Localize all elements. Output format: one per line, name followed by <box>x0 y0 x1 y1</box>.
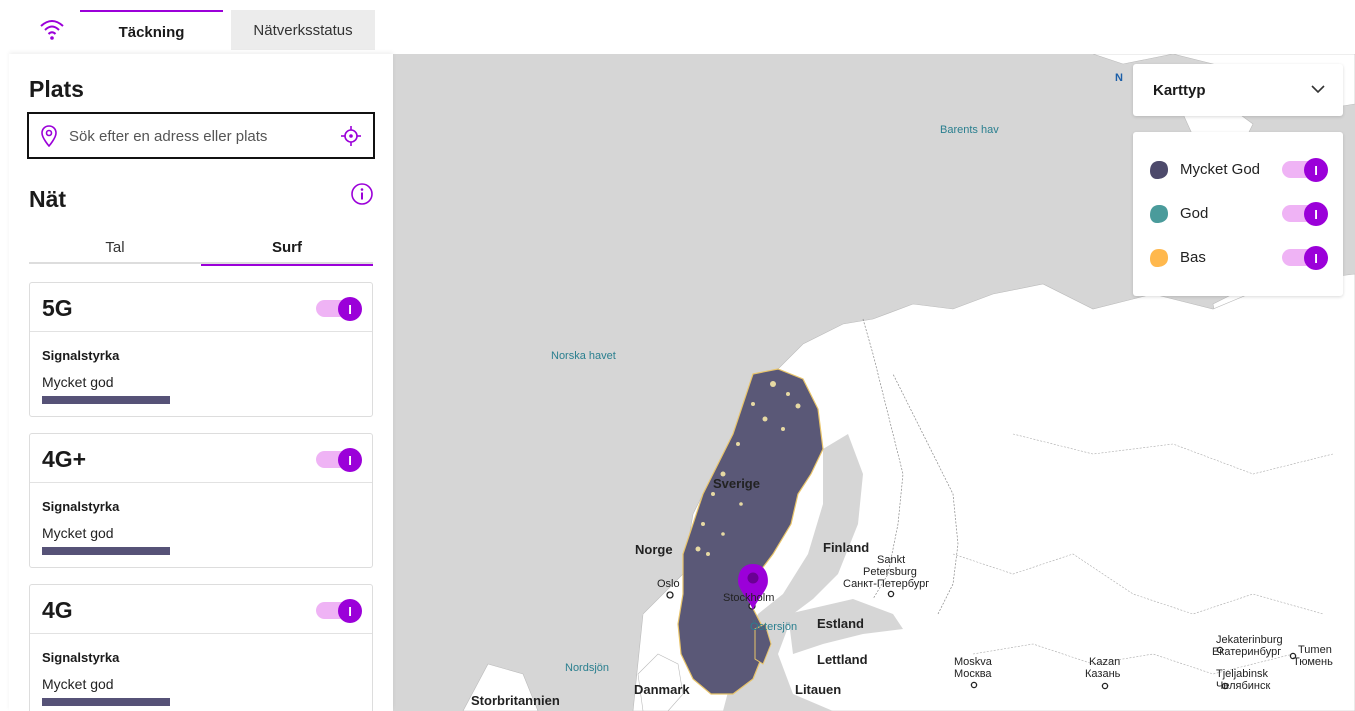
label-jekaterinburg-ru: Екатеринбург <box>1212 646 1282 658</box>
tab-tal[interactable]: Tal <box>29 230 201 264</box>
label-stockholm: Stockholm <box>723 592 775 604</box>
label-lettland: Lettland <box>817 652 868 667</box>
label-tumen: Tumen <box>1298 644 1332 656</box>
card-divider <box>30 482 372 483</box>
card-title: 4G <box>42 597 73 623</box>
5g-toggle[interactable]: I <box>316 297 362 321</box>
label-finland: Finland <box>823 540 870 555</box>
card-title: 5G <box>42 295 73 321</box>
label-petersburg: Petersburg <box>863 566 917 578</box>
map-type-dropdown[interactable]: Karttyp <box>1133 64 1343 116</box>
4g-plus-toggle[interactable]: I <box>316 448 362 472</box>
signal-label: Signalstyrka <box>42 650 120 665</box>
card-title: 4G+ <box>42 446 87 472</box>
god-toggle[interactable]: I <box>1282 202 1328 226</box>
label-sankt-ru: Санкт-Петербург <box>843 578 930 590</box>
signal-bar <box>42 547 170 555</box>
north-marker: N <box>1115 72 1123 84</box>
legend-row-bas: Bas I <box>1149 244 1329 270</box>
legend-label: Mycket God <box>1180 161 1261 178</box>
label-norska-havet: Norska havet <box>551 350 616 362</box>
network-card-4g-plus: 4G+ I Signalstyrka Mycket god <box>29 433 373 568</box>
4g-toggle[interactable]: I <box>316 599 362 623</box>
coverage-legend: Mycket God I God I Bas I <box>1133 132 1343 296</box>
label-barents: Barents hav <box>940 124 999 136</box>
label-kazan-ru: Казань <box>1085 668 1121 680</box>
wifi-icon <box>40 20 64 40</box>
search-input[interactable] <box>69 124 329 148</box>
label-sverige: Sverige <box>713 476 760 491</box>
top-bar: Täckning Nätverksstatus <box>0 0 1355 54</box>
card-divider <box>30 331 372 332</box>
mycket-god-toggle[interactable]: I <box>1282 158 1328 182</box>
label-ostersjon: Östersjön <box>750 621 798 633</box>
signal-bar <box>42 396 170 404</box>
tab-coverage[interactable]: Täckning <box>80 10 223 50</box>
mycket-god-swatch-icon <box>1150 161 1168 179</box>
signal-label: Signalstyrka <box>42 348 120 363</box>
legend-row-god: God I <box>1149 200 1329 226</box>
label-tjeljabinsk: Tjeljabinsk <box>1216 668 1268 680</box>
label-jekaterinburg: Jekaterinburg <box>1216 634 1283 646</box>
label-litauen: Litauen <box>795 682 842 697</box>
info-icon[interactable] <box>350 182 374 206</box>
plats-heading: Plats <box>29 76 84 102</box>
label-nordsjon: Nordsjön <box>565 662 610 674</box>
label-moskva: Moskva <box>954 656 992 668</box>
tab-network-status[interactable]: Nätverksstatus <box>231 10 375 50</box>
signal-quality: Mycket god <box>42 525 114 541</box>
signal-quality: Mycket god <box>42 676 114 692</box>
network-card-4g: 4G I Signalstyrka Mycket god <box>29 584 373 711</box>
signal-bar <box>42 698 170 706</box>
label-storbritannien: Storbritannien <box>471 693 560 708</box>
label-tumen-ru: Тюмень <box>1293 656 1333 668</box>
legend-label: God <box>1180 205 1209 222</box>
tab-surf[interactable]: Surf <box>201 230 373 266</box>
locate-me-icon[interactable] <box>341 126 361 146</box>
network-subtabs: Tal Surf <box>29 230 373 266</box>
label-estland: Estland <box>817 616 864 631</box>
card-divider <box>30 633 372 634</box>
bas-swatch-icon <box>1150 249 1168 267</box>
label-moskva-ru: Москва <box>954 668 992 680</box>
map-type-label: Karttyp <box>1153 82 1206 99</box>
signal-label: Signalstyrka <box>42 499 120 514</box>
label-danmark: Danmark <box>634 682 690 697</box>
bas-toggle[interactable]: I <box>1282 246 1328 270</box>
search-box[interactable] <box>27 112 375 159</box>
network-card-5g: 5G I Signalstyrka Mycket god <box>29 282 373 417</box>
signal-quality: Mycket god <box>42 374 114 390</box>
label-tjeljabinsk-ru: Челябинск <box>1216 680 1271 692</box>
legend-label: Bas <box>1180 249 1206 266</box>
label-kazan: Kazan <box>1089 656 1121 668</box>
label-oslo: Oslo <box>657 578 680 590</box>
legend-row-mycket-god: Mycket God I <box>1149 156 1329 182</box>
sidebar: Plats Nät Tal Surf 5G I Signalstyrka Myc… <box>9 54 393 711</box>
chevron-down-icon <box>1311 85 1325 94</box>
label-norge: Norge <box>635 542 673 557</box>
label-sankt: Sankt <box>877 554 906 566</box>
location-pin-icon <box>41 125 57 147</box>
nat-heading: Nät <box>29 186 67 212</box>
god-swatch-icon <box>1150 205 1168 223</box>
